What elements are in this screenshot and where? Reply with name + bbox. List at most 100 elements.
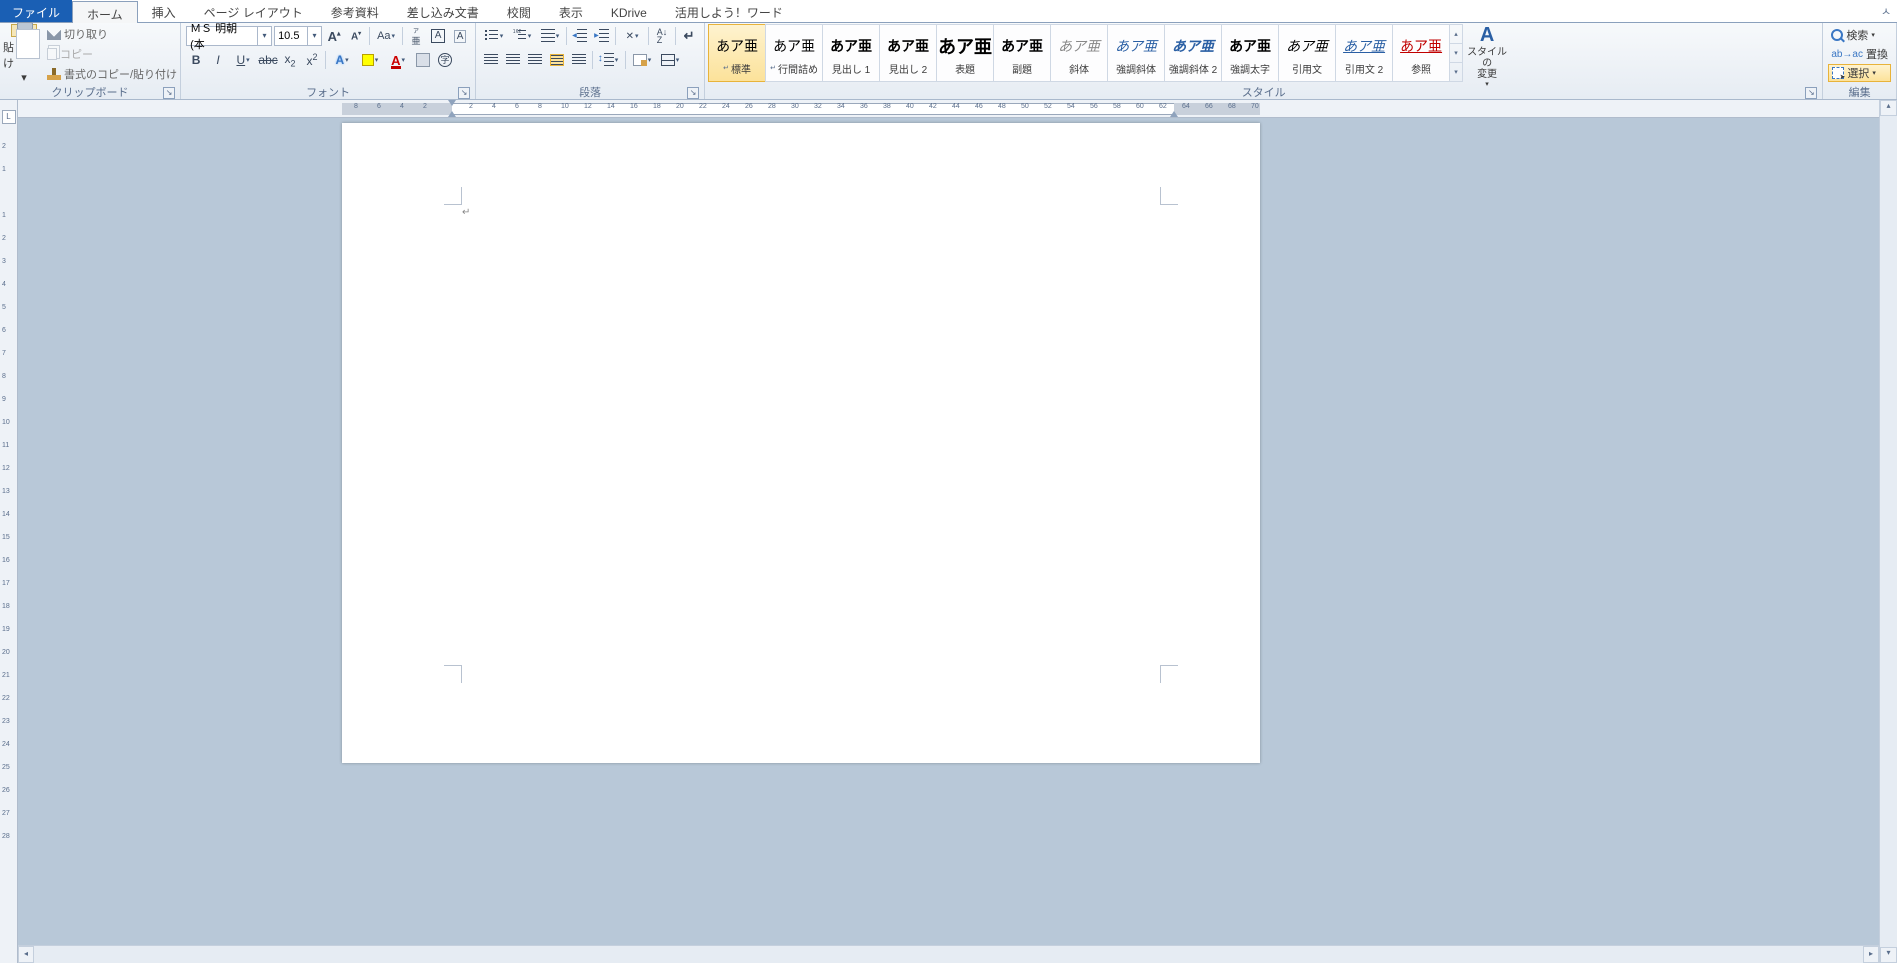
grow-font-button[interactable]: A▴	[324, 26, 344, 46]
tab-page-layout[interactable]: ページ レイアウト	[190, 0, 317, 22]
tab-view[interactable]: 表示	[545, 0, 597, 22]
tab-file[interactable]: ファイル	[0, 0, 72, 22]
format-painter-button[interactable]: 書式のコピー/貼り付け	[47, 66, 177, 82]
cut-button[interactable]: 切り取り	[47, 26, 177, 42]
underline-button[interactable]: U▾	[230, 50, 256, 70]
gallery-down-icon[interactable]: ▾	[1450, 44, 1462, 63]
chevron-down-icon[interactable]: ▾	[307, 27, 321, 45]
style-gallery[interactable]: あア亜↵標準あア亜↵行間詰めあア亜見出し 1あア亜見出し 2あア亜表題あア亜副題…	[708, 24, 1449, 82]
sort-button[interactable]: A↓Z	[652, 26, 672, 46]
style-item[interactable]: あア亜↵行間詰め	[765, 24, 823, 82]
horizontal-scrollbar[interactable]: ◂ ▸	[18, 945, 1879, 963]
gallery-scroll[interactable]: ▴ ▾ ▾	[1449, 24, 1463, 82]
chevron-down-icon: ▾	[1871, 31, 1875, 39]
italic-button[interactable]: I	[208, 50, 228, 70]
font-name-combo[interactable]: ＭＳ 明朝 (本▾	[186, 26, 272, 46]
right-indent-marker[interactable]	[1170, 111, 1178, 117]
align-right-button[interactable]	[525, 50, 545, 70]
tab-tips[interactable]: 活用しよう！ワード	[661, 0, 797, 22]
scroll-left-icon[interactable]: ◂	[18, 946, 34, 963]
ruler-tick: 1	[2, 212, 6, 219]
tab-mailings[interactable]: 差し込み文書	[393, 0, 493, 22]
style-item[interactable]: あア亜表題	[936, 24, 994, 82]
dialog-launcher-icon[interactable]: ↘	[458, 87, 470, 99]
ribbon-collapse-icon[interactable]: ㅅ	[1875, 0, 1897, 22]
ruler-tick: 2	[2, 235, 6, 242]
select-button[interactable]: 選択▾	[1828, 64, 1891, 82]
increase-indent-button[interactable]	[592, 26, 612, 46]
replace-button[interactable]: ab→ac置換	[1828, 45, 1891, 63]
font-size-combo[interactable]: 10.5▾	[274, 26, 322, 46]
document-canvas[interactable]: ↵	[18, 118, 1879, 945]
bold-button[interactable]: B	[186, 50, 206, 70]
chevron-down-icon[interactable]: ▾	[257, 27, 271, 45]
char-shading-button[interactable]	[413, 50, 433, 70]
align-center-button[interactable]	[503, 50, 523, 70]
show-marks-button[interactable]: ↵	[679, 26, 699, 46]
tab-review[interactable]: 校閲	[493, 0, 545, 22]
text-effects-button[interactable]: A▾	[329, 50, 355, 70]
tab-selector[interactable]: L	[2, 110, 16, 124]
page[interactable]: ↵	[342, 123, 1260, 763]
shading-button[interactable]: ▾	[629, 50, 655, 70]
asian-layout-button[interactable]: ✕▾	[619, 26, 645, 46]
style-item[interactable]: あア亜強調斜体	[1107, 24, 1165, 82]
vertical-scrollbar[interactable]: ▴ ▾	[1879, 100, 1897, 963]
vertical-ruler[interactable]: L 21123456789101112131415161718192021222…	[0, 100, 18, 963]
search-icon	[1831, 29, 1843, 41]
scroll-down-icon[interactable]: ▾	[1880, 947, 1897, 963]
style-item[interactable]: あア亜強調太字	[1221, 24, 1279, 82]
tab-references[interactable]: 参考資料	[317, 0, 393, 22]
dialog-launcher-icon[interactable]: ↘	[687, 87, 699, 99]
bold-icon: B	[192, 53, 201, 67]
clear-formatting-button[interactable]: A	[450, 26, 470, 46]
find-button[interactable]: 検索▾	[1828, 26, 1891, 44]
hanging-indent-marker[interactable]	[448, 111, 456, 117]
char-border-button[interactable]: A	[428, 26, 448, 46]
style-item[interactable]: あア亜副題	[993, 24, 1051, 82]
superscript-button[interactable]: x2	[302, 50, 322, 70]
group-paragraph-label: 段落	[579, 84, 601, 100]
copy-button[interactable]: コピー	[47, 46, 177, 62]
decrease-indent-button[interactable]	[570, 26, 590, 46]
change-case-button[interactable]: Aa▾	[373, 26, 399, 46]
tab-insert[interactable]: 挿入	[138, 0, 190, 22]
change-styles-button[interactable]: A スタイルの 変更 ▾	[1467, 24, 1507, 88]
align-left-button[interactable]	[481, 50, 501, 70]
shrink-font-button[interactable]: A▾	[346, 26, 366, 46]
style-item[interactable]: あア亜引用文	[1278, 24, 1336, 82]
dialog-launcher-icon[interactable]: ↘	[163, 87, 175, 99]
ribbon: 貼り付け ▾ 切り取り コピー 書式のコピー/貼り付け クリップボード↘ ＭＳ …	[0, 23, 1897, 100]
gallery-more-icon[interactable]: ▾	[1450, 63, 1462, 81]
scroll-up-icon[interactable]: ▴	[1880, 100, 1897, 116]
style-item[interactable]: あア亜引用文 2	[1335, 24, 1393, 82]
line-spacing-button[interactable]: ▾	[596, 50, 622, 70]
borders-button[interactable]: ▾	[657, 50, 683, 70]
align-distribute-button[interactable]	[569, 50, 589, 70]
phonetic-guide-button[interactable]: ア亜	[406, 26, 426, 46]
horizontal-ruler[interactable]: 8642246810121416182022242628303234363840…	[18, 100, 1879, 118]
numbering-button[interactable]: ▾	[509, 26, 535, 46]
dialog-launcher-icon[interactable]: ↘	[1805, 87, 1817, 99]
multilevel-list-button[interactable]: ▾	[537, 26, 563, 46]
ruler-tick: 54	[1067, 103, 1075, 110]
style-item[interactable]: あア亜見出し 2	[879, 24, 937, 82]
align-justify-button[interactable]	[547, 50, 567, 70]
first-line-indent-marker[interactable]	[448, 100, 456, 106]
style-item[interactable]: あア亜参照	[1392, 24, 1450, 82]
tab-home[interactable]: ホーム	[72, 1, 138, 23]
style-item[interactable]: あア亜斜体	[1050, 24, 1108, 82]
style-item[interactable]: あア亜強調斜体 2	[1164, 24, 1222, 82]
paste-button[interactable]: 貼り付け ▾	[3, 24, 45, 84]
enclose-char-button[interactable]: 字	[435, 50, 455, 70]
highlight-button[interactable]: ▾	[357, 50, 383, 70]
bullets-button[interactable]: ▾	[481, 26, 507, 46]
strikethrough-button[interactable]: abc	[258, 50, 278, 70]
font-color-button[interactable]: A▾	[385, 50, 411, 70]
tab-kdrive[interactable]: KDrive	[597, 0, 661, 22]
subscript-button[interactable]: x2	[280, 50, 300, 70]
gallery-up-icon[interactable]: ▴	[1450, 25, 1462, 44]
style-item[interactable]: あア亜見出し 1	[822, 24, 880, 82]
style-item[interactable]: あア亜↵標準	[708, 24, 766, 82]
scroll-right-icon[interactable]: ▸	[1863, 946, 1879, 963]
